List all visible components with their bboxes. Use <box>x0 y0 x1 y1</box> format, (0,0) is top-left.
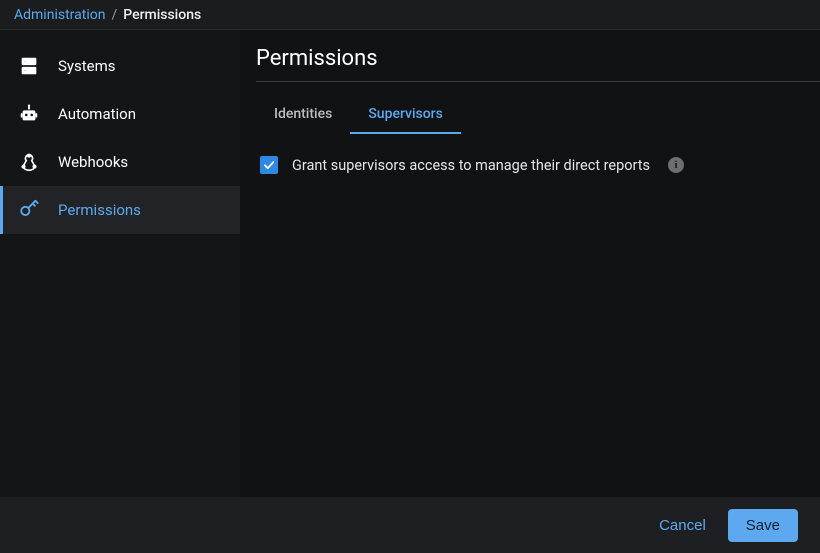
systems-icon <box>18 55 40 77</box>
breadcrumb-current: Permissions <box>123 7 201 23</box>
sidebar-item-label: Systems <box>58 57 116 75</box>
webhooks-icon <box>18 151 40 173</box>
main-content: Permissions Identities Supervisors Grant… <box>240 30 820 497</box>
sidebar-item-systems[interactable]: Systems <box>0 42 240 90</box>
tab-supervisors[interactable]: Supervisors <box>350 96 461 134</box>
checkmark-icon <box>262 158 276 172</box>
page-title: Permissions <box>256 46 820 82</box>
grant-supervisors-label: Grant supervisors access to manage their… <box>292 157 650 174</box>
footer-actions: Cancel Save <box>0 497 820 553</box>
sidebar-item-automation[interactable]: Automation <box>0 90 240 138</box>
save-button[interactable]: Save <box>728 509 798 542</box>
grant-supervisors-row: Grant supervisors access to manage their… <box>260 156 820 174</box>
sidebar-item-label: Permissions <box>58 201 141 219</box>
sidebar-item-label: Webhooks <box>58 153 128 171</box>
breadcrumb-root-link[interactable]: Administration <box>14 7 105 23</box>
breadcrumb-separator: / <box>111 7 117 23</box>
cancel-button[interactable]: Cancel <box>659 517 706 534</box>
tab-identities[interactable]: Identities <box>256 96 350 134</box>
breadcrumb: Administration / Permissions <box>0 0 820 30</box>
tabs: Identities Supervisors <box>256 96 820 134</box>
grant-supervisors-checkbox[interactable] <box>260 156 278 174</box>
sidebar-item-webhooks[interactable]: Webhooks <box>0 138 240 186</box>
permissions-icon <box>18 199 40 221</box>
automation-icon <box>18 103 40 125</box>
info-icon[interactable]: i <box>668 157 684 173</box>
sidebar-item-permissions[interactable]: Permissions <box>0 186 240 234</box>
sidebar-item-label: Automation <box>58 105 136 123</box>
sidebar: Systems Automation <box>0 30 240 497</box>
tab-content-supervisors: Grant supervisors access to manage their… <box>256 134 820 497</box>
